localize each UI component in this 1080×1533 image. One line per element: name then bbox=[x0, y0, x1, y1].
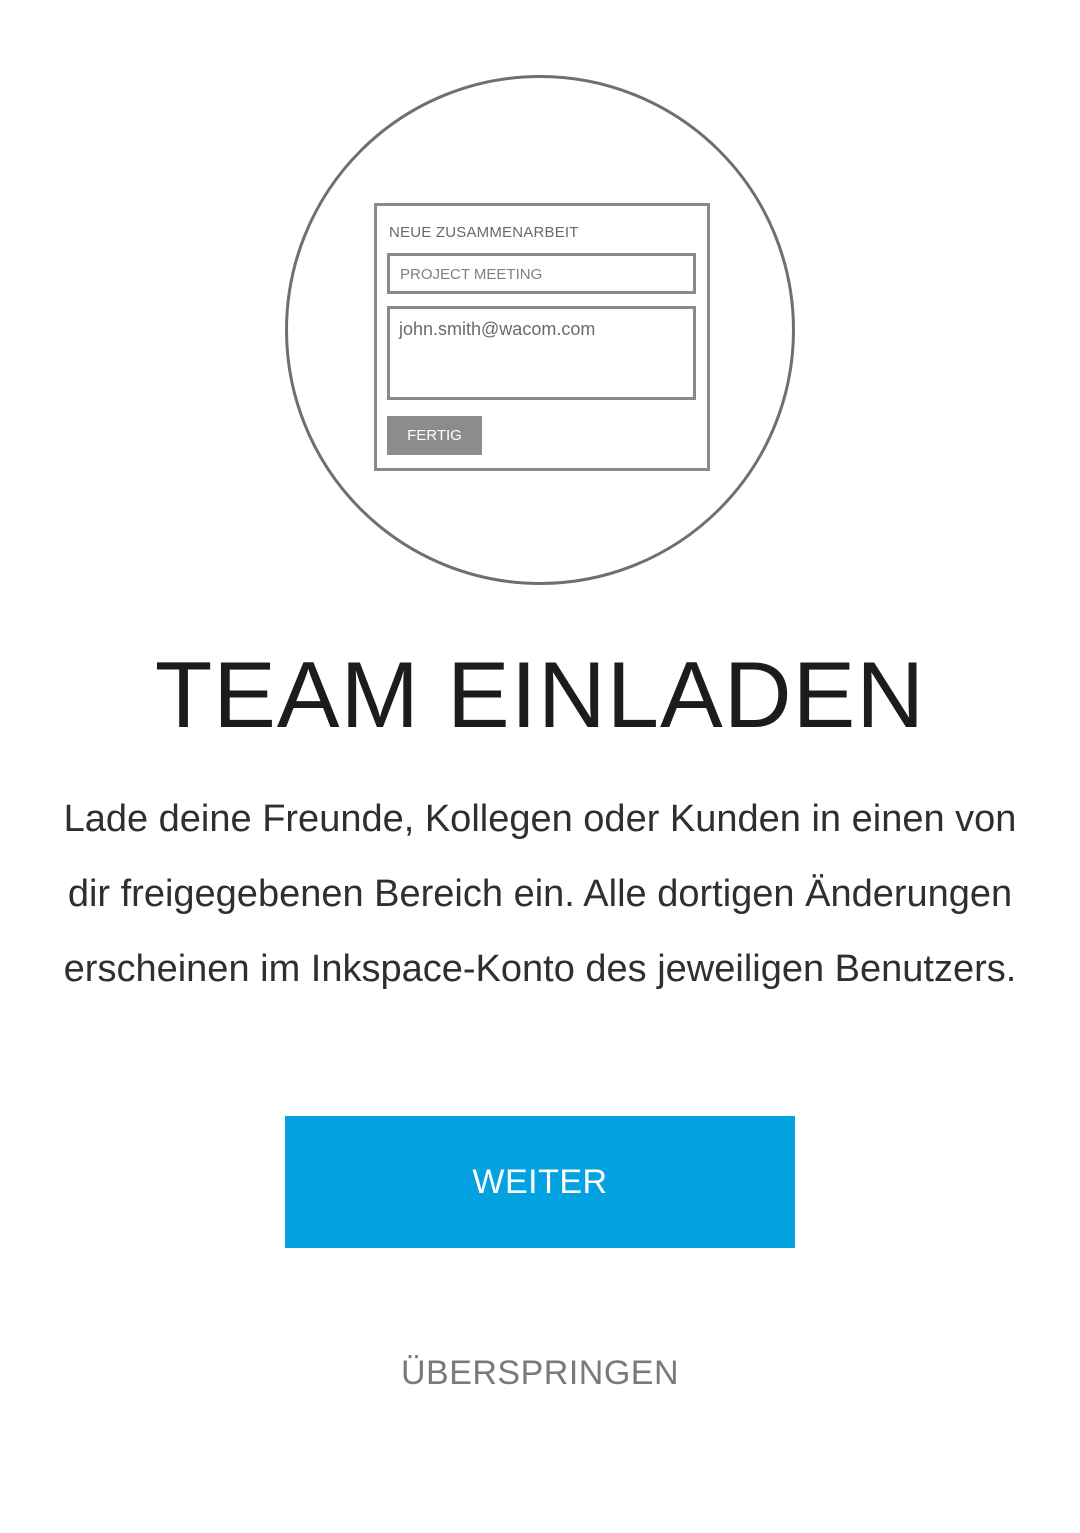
page-description: Lade deine Freunde, Kollegen oder Kunden… bbox=[63, 798, 1017, 990]
continue-button[interactable]: WEITER bbox=[285, 1116, 795, 1248]
illustration-email-field: john.smith@wacom.com bbox=[387, 306, 696, 400]
illustration-collaboration-form: NEUE ZUSAMMENARBEIT PROJECT MEETING john… bbox=[374, 203, 710, 471]
page-title: TEAM EINLADEN bbox=[154, 642, 926, 747]
illustration-form-heading: NEUE ZUSAMMENARBEIT bbox=[389, 224, 579, 241]
illustration-title-field: PROJECT MEETING bbox=[387, 253, 696, 294]
onboarding-illustration: NEUE ZUSAMMENARBEIT PROJECT MEETING john… bbox=[285, 75, 795, 585]
skip-button[interactable]: ÜBERSPRINGEN bbox=[0, 1350, 1080, 1396]
illustration-done-button: FERTIG bbox=[387, 416, 482, 455]
illustration-title-value: PROJECT MEETING bbox=[400, 266, 543, 283]
illustration-email-value: john.smith@wacom.com bbox=[399, 319, 596, 339]
